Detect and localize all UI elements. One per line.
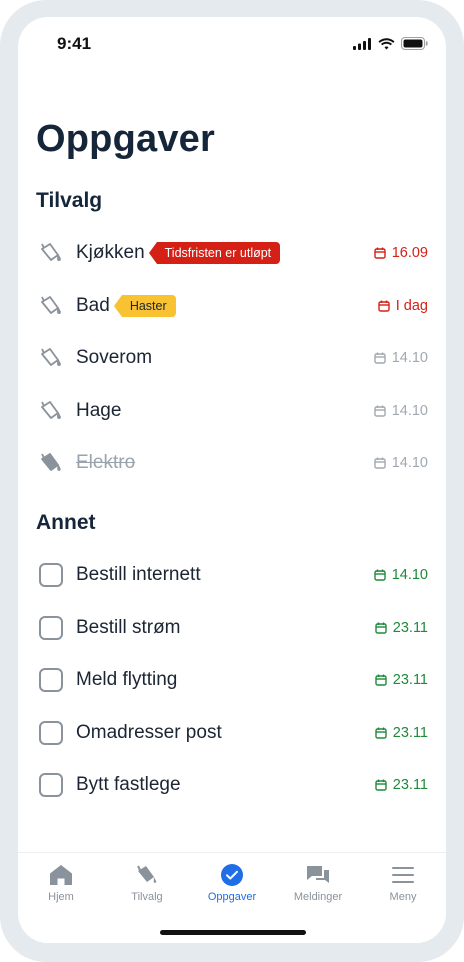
calendar-icon (374, 352, 386, 364)
menu-icon (360, 861, 446, 889)
battery-icon (401, 37, 428, 50)
task-label: Kjøkken (76, 242, 145, 263)
paint-bucket-filled-icon (36, 448, 66, 478)
chat-icon (275, 861, 361, 889)
calendar-icon (374, 247, 386, 259)
calendar-icon (378, 300, 390, 312)
task-label: Meld flytting (76, 669, 178, 690)
task-label: Bestill internett (76, 564, 201, 585)
calendar-icon (375, 622, 387, 634)
due-date: 14.10 (374, 403, 428, 419)
task-label: Bestill strøm (76, 617, 181, 638)
tilvalg-item-soverom[interactable]: Soverom 14.10 (36, 338, 428, 378)
tab-label: Meny (389, 891, 417, 903)
tab-tilvalg[interactable]: Tilvalg (104, 861, 190, 903)
calendar-icon (374, 569, 386, 581)
tilvalg-item-elektro[interactable]: Elektro 14.10 (36, 443, 428, 483)
section-title-tilvalg: Tilvalg (36, 189, 103, 212)
checkbox[interactable] (39, 563, 63, 587)
tab-label: Hjem (48, 891, 74, 903)
due-date: 14.10 (374, 567, 428, 583)
checkbox[interactable] (39, 721, 63, 745)
due-date: 23.11 (375, 672, 428, 688)
tilvalg-item-bad[interactable]: Bad Haster I dag (36, 286, 428, 326)
screen: 9:41 Oppgaver Tilvalg Kjøkken Tidsfriste… (18, 17, 446, 943)
calendar-icon (375, 727, 387, 739)
status-time: 9:41 (57, 34, 92, 53)
annet-item-omadresser-post[interactable]: Omadresser post 23.11 (36, 713, 428, 753)
overdue-badge: Tidsfristen er utløpt (148, 242, 281, 264)
cellular-signal-icon (353, 37, 371, 50)
urgent-badge: Haster (113, 295, 176, 317)
tab-meny[interactable]: Meny (360, 861, 446, 903)
calendar-icon (375, 674, 387, 686)
section-title-annet: Annet (36, 511, 96, 534)
tab-label: Tilvalg (131, 891, 163, 903)
tab-meldinger[interactable]: Meldinger (275, 861, 361, 903)
paint-bucket-icon (36, 238, 66, 268)
checkbox[interactable] (39, 773, 63, 797)
calendar-icon (374, 405, 386, 417)
due-date: 23.11 (375, 725, 428, 741)
due-date: I dag (378, 298, 428, 314)
page-title: Oppgaver (36, 118, 215, 160)
due-date: 23.11 (375, 620, 428, 636)
checkbox[interactable] (39, 616, 63, 640)
due-date: 23.11 (375, 777, 428, 793)
paint-bucket-icon (36, 343, 66, 373)
paint-bucket-icon (104, 861, 190, 889)
device-frame: 9:41 Oppgaver Tilvalg Kjøkken Tidsfriste… (0, 0, 464, 962)
checkbox[interactable] (39, 668, 63, 692)
calendar-icon (375, 779, 387, 791)
calendar-icon (374, 457, 386, 469)
task-label: Elektro (76, 452, 136, 473)
tab-hjem[interactable]: Hjem (18, 861, 104, 903)
paint-bucket-icon (36, 291, 66, 321)
due-date: 16.09 (374, 245, 428, 261)
due-date: 14.10 (374, 350, 428, 366)
task-label: Hage (76, 400, 122, 421)
annet-item-bestill-internett[interactable]: Bestill internett 14.10 (36, 555, 428, 595)
task-label: Soverom (76, 347, 153, 368)
annet-item-bestill-strom[interactable]: Bestill strøm 23.11 (36, 608, 428, 648)
due-date: 14.10 (374, 455, 428, 471)
tilvalg-item-hage[interactable]: Hage 14.10 (36, 391, 428, 431)
check-circle-icon (189, 861, 275, 889)
task-label: Bytt fastlege (76, 774, 181, 795)
status-icons (353, 37, 428, 50)
tab-label: Oppgaver (207, 891, 257, 903)
annet-item-meld-flytting[interactable]: Meld flytting 23.11 (36, 660, 428, 700)
wifi-icon (378, 37, 395, 50)
annet-item-bytt-fastlege[interactable]: Bytt fastlege 23.11 (36, 765, 428, 805)
home-icon (18, 861, 104, 889)
home-indicator (160, 930, 306, 935)
tab-label: Meldinger (293, 891, 343, 903)
tilvalg-item-kjokken[interactable]: Kjøkken Tidsfristen er utløpt 16.09 (36, 233, 428, 273)
tab-oppgaver[interactable]: Oppgaver (189, 861, 275, 903)
paint-bucket-icon (36, 396, 66, 426)
task-label: Omadresser post (76, 722, 222, 743)
task-label: Bad (76, 295, 110, 316)
